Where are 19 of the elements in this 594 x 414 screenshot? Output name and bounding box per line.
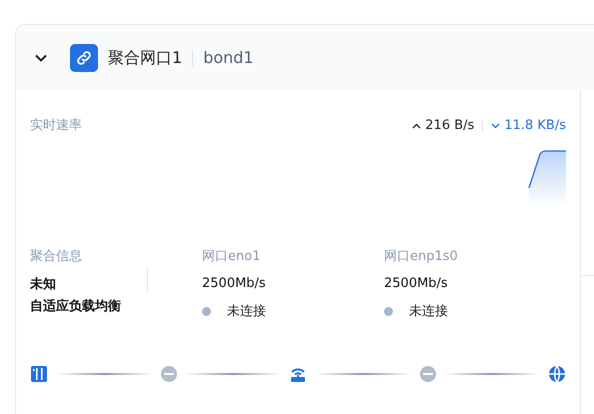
port-label: 网口eno1 [202,248,262,266]
port-speed: 2500Mb/s [202,275,267,293]
bond-info-label: 聚合信息 [30,248,83,266]
rate-label: 实时速率 [30,117,82,135]
upload-icon [412,122,422,129]
port-status: 未连接 [227,302,266,320]
globe-icon [548,365,566,383]
download-rate: 11.8 KB/s [504,117,566,135]
port-status: 未连接 [409,302,448,320]
bond-info-value: 自适应负载均衡 [30,298,122,316]
interface-title: 聚合网口1 [108,46,182,68]
link-icon [70,44,98,72]
upload-rate: 216 B/s [425,117,474,135]
port-speed: 2500Mb/s [384,275,449,293]
bond-info-value: 未知 [30,276,57,294]
interface-name: bond1 [203,46,254,68]
port-label: 网口enp1s0 [384,248,459,266]
download-icon [491,122,500,129]
server-icon [30,365,48,383]
